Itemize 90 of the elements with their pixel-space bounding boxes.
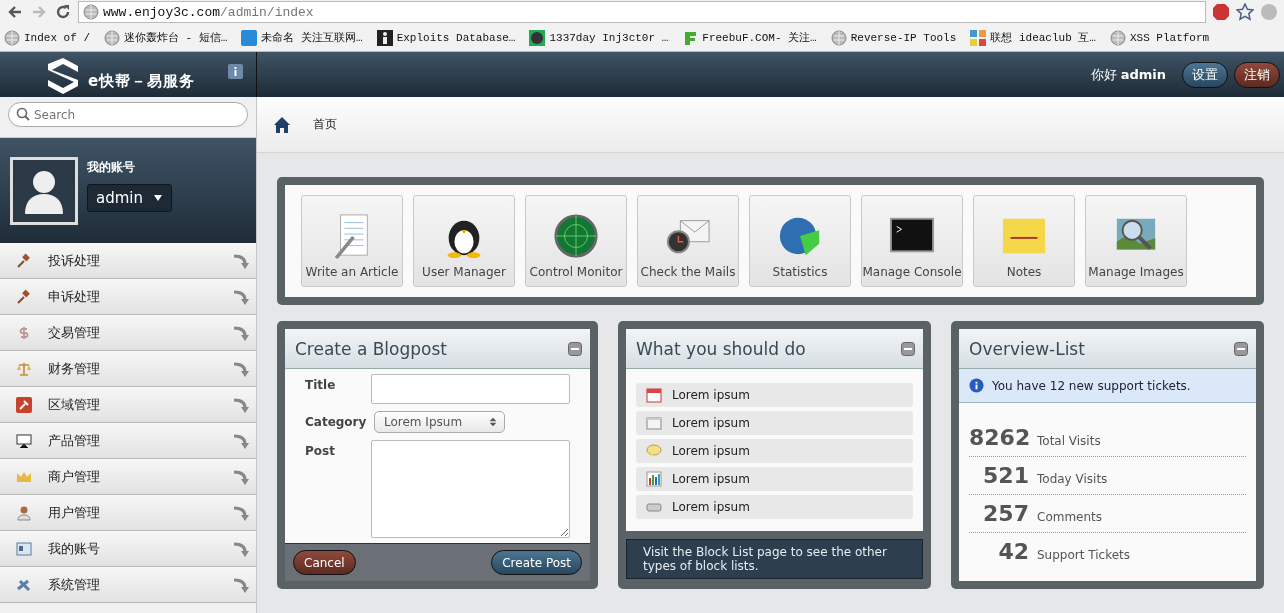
breadcrumb-link[interactable]: 首页 xyxy=(313,116,337,133)
info-icon[interactable] xyxy=(228,64,243,79)
shortcut-button[interactable]: Manage Images xyxy=(1085,195,1187,287)
sidebar-item[interactable]: 投诉处理 xyxy=(0,243,256,279)
calendar-icon xyxy=(646,387,662,403)
cancel-button[interactable]: Cancel xyxy=(293,550,356,575)
scale-icon xyxy=(16,360,32,377)
search-field[interactable]: Search xyxy=(8,102,248,127)
address-bar[interactable]: www.enjoy3c.com/admin/index xyxy=(78,1,1206,23)
sidebar-item[interactable]: 用户管理 xyxy=(0,495,256,531)
logout-button[interactable]: 注销 xyxy=(1234,61,1280,88)
bookmark-link[interactable]: 1337day Inj3ct0r … xyxy=(529,29,669,46)
home-icon[interactable] xyxy=(273,115,291,134)
bookmark-link[interactable]: Reverse-IP Tools xyxy=(830,29,957,46)
task-item[interactable]: Lorem ipsum xyxy=(636,411,913,435)
bookmark-link[interactable]: 迷你轰炸台 - 短信… xyxy=(104,29,228,46)
category-select[interactable]: Lorem Ipsum xyxy=(374,411,505,433)
tiles-icon xyxy=(970,29,987,46)
alert-message: You have 12 new support tickets. xyxy=(959,369,1256,403)
settings-button[interactable]: 设置 xyxy=(1182,61,1228,88)
panel-title: What you should do xyxy=(636,338,806,359)
panel-title: Create a Blogpost xyxy=(295,338,447,359)
shortcut-button[interactable]: Statistics xyxy=(749,195,851,287)
gavel-icon xyxy=(16,288,32,305)
panel-title: Overview-List xyxy=(969,338,1085,359)
info-icon xyxy=(969,378,984,393)
shortcut-button[interactable]: User Manager xyxy=(413,195,515,287)
bookmark-link[interactable]: FreebuF.COM- 关注… xyxy=(682,29,817,46)
bookmark-link[interactable]: 联想 ideaclub 互… xyxy=(970,29,1096,46)
shortcut-button[interactable]: Check the Mails xyxy=(637,195,739,287)
stat-label: Comments xyxy=(1037,510,1103,524)
board-icon xyxy=(16,432,32,449)
post-field[interactable] xyxy=(371,440,570,538)
sidebar-item[interactable]: 申诉处理 xyxy=(0,279,256,315)
stat-label: Support Tickets xyxy=(1037,548,1130,562)
stat-label: Today Visits xyxy=(1037,472,1108,486)
search-icon xyxy=(16,107,30,121)
radar-icon xyxy=(553,213,599,259)
gavel-icon xyxy=(16,252,32,269)
logo-text: e快帮－易服务 xyxy=(88,72,196,91)
submit-button[interactable]: Create Post xyxy=(491,550,582,575)
user-dropdown[interactable]: admin xyxy=(87,184,172,212)
bookmark-link[interactable]: XSS Platform xyxy=(1109,29,1210,46)
shortcut-button[interactable]: Manage Console xyxy=(861,195,963,287)
bookmark-link[interactable]: Exploits Database… xyxy=(376,29,516,46)
collapse-icon[interactable] xyxy=(901,341,915,356)
task-item[interactable]: Lorem ipsum xyxy=(636,467,913,491)
profile-title: 我的账号 xyxy=(87,159,136,176)
info-note: Visit the Block List page to see the other types of block lists. xyxy=(626,539,923,579)
bookmark-link[interactable]: Index of / xyxy=(4,29,90,46)
adblock-icon[interactable] xyxy=(1212,3,1230,21)
window-icon xyxy=(646,415,662,431)
avatar xyxy=(10,156,78,225)
sidebar-item[interactable]: 系统管理 xyxy=(0,567,256,603)
field-label: Title xyxy=(305,377,337,392)
collapse-icon[interactable] xyxy=(568,341,582,356)
sidebar-item[interactable]: 我的账号 xyxy=(0,531,256,567)
stat-value: 521 xyxy=(982,463,1029,488)
collapse-icon[interactable] xyxy=(1234,341,1248,356)
title-field[interactable] xyxy=(371,374,570,404)
shortcut-button[interactable]: Control Monitor xyxy=(525,195,627,287)
stat-value: 42 xyxy=(997,539,1029,564)
sidebar-item[interactable]: 产品管理 xyxy=(0,423,256,459)
task-item[interactable]: Lorem ipsum xyxy=(636,495,913,519)
bar-chart-icon xyxy=(646,471,662,487)
caret-icon xyxy=(153,193,163,203)
id-card-icon xyxy=(16,540,32,557)
pin-icon xyxy=(16,396,32,413)
reload-icon[interactable] xyxy=(54,3,72,21)
updown-icon xyxy=(488,417,498,427)
person-icon xyxy=(16,504,32,521)
sidebar-item[interactable]: 商户管理 xyxy=(0,459,256,495)
shortcut-button[interactable]: Notes xyxy=(973,195,1075,287)
stat-value: 8262 xyxy=(969,425,1029,450)
greeting-text: 你好 admin xyxy=(1090,65,1166,84)
sidebar-item[interactable]: 交易管理 xyxy=(0,315,256,351)
sidebar-item[interactable]: 区域管理 xyxy=(0,387,256,423)
speech-bubble-icon xyxy=(646,443,662,459)
sidebar-item[interactable]: 财务管理 xyxy=(0,351,256,387)
shortcut-button[interactable]: Write an Article xyxy=(301,195,403,287)
field-label: Category xyxy=(305,414,368,429)
star-icon[interactable] xyxy=(1236,3,1254,21)
field-label: Post xyxy=(305,443,336,458)
task-item[interactable]: Lorem ipsum xyxy=(636,383,913,407)
stat-label: Total Visits xyxy=(1037,434,1101,448)
app-icon xyxy=(241,29,258,46)
bookmark-link[interactable]: 未命名 关注互联网… xyxy=(241,29,363,46)
leaf-icon xyxy=(682,29,699,46)
task-item[interactable]: Lorem ipsum xyxy=(636,439,913,463)
stat-value: 257 xyxy=(982,501,1029,526)
